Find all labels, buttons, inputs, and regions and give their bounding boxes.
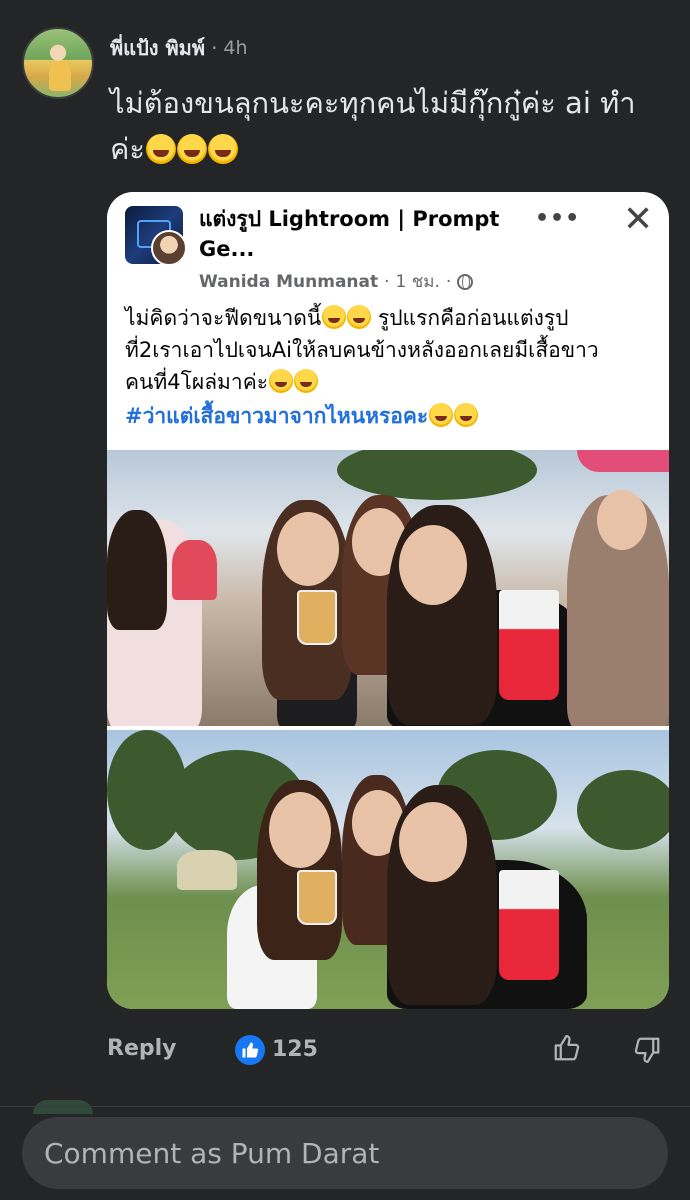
shared-post-card[interactable]: แต่งรูป Lightroom | Prompt Ge... ••• ✕ W…: [107, 192, 669, 1009]
laughing-emoji-icon: [294, 369, 319, 393]
laughing-emoji-icon: [207, 134, 238, 164]
comment-timestamp[interactable]: 4h: [223, 37, 247, 59]
post-text-line: ที่2เราเอาไปเจนAiให้ลบคนข้างหลังออกเลยมี…: [125, 338, 599, 362]
comment-composer[interactable]: [22, 1117, 668, 1189]
meta-separator: ·: [445, 271, 452, 292]
more-options-icon[interactable]: •••: [535, 206, 580, 231]
next-comment-avatar: [33, 1100, 93, 1114]
commenter-avatar[interactable]: [22, 27, 94, 99]
comment-header: พี่แป้ง พิมพ์ · 4h: [110, 32, 248, 64]
like-count[interactable]: 125: [272, 1037, 318, 1062]
laughing-emoji-icon: [176, 134, 207, 164]
comment-actions: Reply 125: [107, 1032, 669, 1072]
pleading-face-emoji-icon: [347, 305, 372, 329]
post-author-name[interactable]: Wanida Munmanat: [199, 272, 378, 292]
group-name[interactable]: แต่งรูป Lightroom | Prompt Ge...: [199, 204, 529, 264]
shared-post-header: แต่งรูป Lightroom | Prompt Ge... ••• ✕ W…: [107, 192, 669, 452]
thumb-up-icon[interactable]: [552, 1032, 582, 1064]
post-author-avatar[interactable]: [151, 230, 187, 266]
hashtag-link[interactable]: #ว่าแต่เสื้อขาวมาจากไหนหรอคะ: [125, 404, 428, 428]
post-text: ไม่คิดว่าจะฟีดขนาดนี้ รูปแรกคือก่อนแต่งร…: [125, 302, 655, 432]
pleading-face-emoji-icon: [322, 305, 347, 329]
laughing-emoji-icon: [454, 403, 479, 427]
post-time[interactable]: 1 ชม.: [396, 268, 440, 295]
meta-separator: ·: [384, 271, 390, 292]
like-reaction-icon[interactable]: [235, 1035, 265, 1065]
header-separator: ·: [211, 36, 218, 60]
comment-body: ไม่ต้องขนลุกนะคะทุกคนไม่มีกุ๊กกู๋ค่ะ ai …: [110, 80, 670, 172]
post-text-line: ไม่คิดว่าจะฟีดขนาดนี้: [125, 306, 322, 330]
photo-after-ai-edit[interactable]: [107, 730, 669, 1009]
comment-author-name[interactable]: พี่แป้ง พิมพ์: [110, 32, 205, 64]
laughing-emoji-icon: [429, 403, 454, 427]
divider: [0, 1106, 690, 1107]
post-text-line: คนที่4โผล่มาค่ะ: [125, 370, 269, 394]
photo-before-edit[interactable]: [107, 450, 669, 726]
comment: พี่แป้ง พิมพ์ · 4h ไม่ต้องขนลุกนะคะทุกคน…: [0, 0, 690, 1100]
post-meta: Wanida Munmanat · 1 ชม. ·: [199, 268, 474, 295]
laughing-emoji-icon: [269, 369, 294, 393]
reply-button[interactable]: Reply: [107, 1036, 177, 1061]
laughing-emoji-icon: [145, 134, 176, 164]
close-icon[interactable]: ✕: [623, 200, 653, 240]
post-text-line: รูปแรกคือก่อนแต่งรูป: [371, 306, 569, 330]
globe-icon: [457, 273, 474, 290]
comment-input[interactable]: [44, 1117, 644, 1189]
thumb-down-icon[interactable]: [632, 1034, 662, 1066]
